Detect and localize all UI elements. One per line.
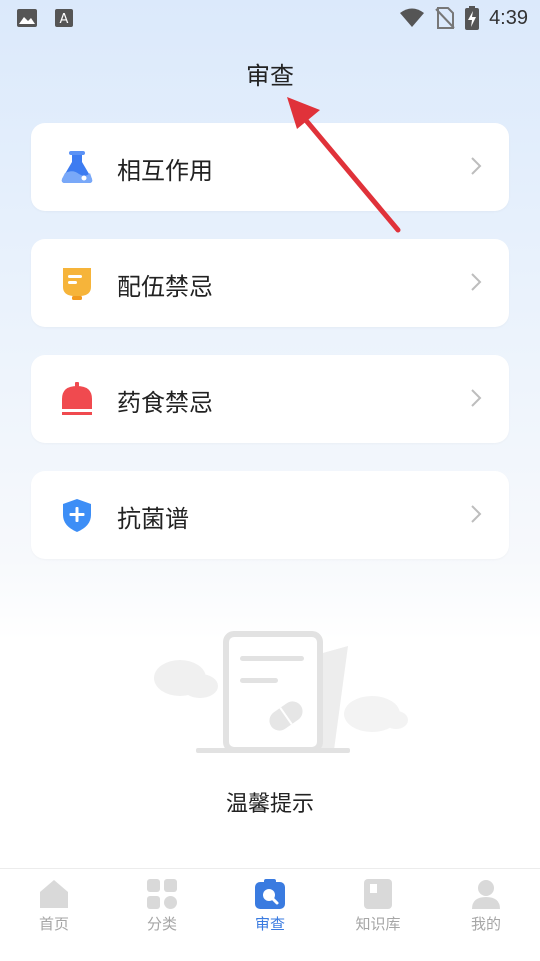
menu-item-label: 相互作用: [117, 157, 213, 185]
page-title: 审查: [246, 62, 294, 90]
bottom-tab-bar: 首页 分类 审查 知识库 我的: [0, 868, 540, 961]
chevron-right-icon: [471, 157, 482, 175]
chevron-right-icon: [471, 273, 482, 291]
status-bar: A 4:39: [0, 0, 540, 36]
tab-label: 分类: [146, 915, 177, 933]
flask-icon: [61, 151, 93, 183]
bell-icon: [62, 382, 92, 415]
clock-time: 4:39: [489, 6, 528, 29]
battery-charging-icon: [465, 6, 480, 30]
tab-mine[interactable]: 我的: [432, 869, 540, 961]
tab-category[interactable]: 分类: [108, 869, 216, 961]
iv-bag-icon: [63, 268, 91, 300]
svg-text:A: A: [60, 12, 69, 27]
a-notification-icon: A: [55, 9, 73, 27]
review-icon: [255, 879, 285, 909]
home-icon: [40, 880, 68, 908]
no-sim-icon: [435, 7, 455, 29]
tip-text: 温馨提示: [225, 792, 314, 817]
tab-label: 知识库: [355, 915, 401, 933]
wifi-icon: [400, 8, 425, 27]
user-icon: [472, 880, 500, 909]
tab-label: 审查: [254, 915, 285, 933]
chevron-right-icon: [471, 389, 482, 407]
empty-document-illustration: [154, 631, 408, 753]
tab-home[interactable]: 首页: [0, 869, 108, 961]
menu-item-compatibility[interactable]: 配伍禁忌: [31, 239, 509, 327]
menu-item-label: 配伍禁忌: [117, 273, 213, 301]
image-icon: [17, 9, 37, 27]
grid-icon: [147, 879, 177, 909]
menu-item-label: 抗菌谱: [117, 505, 189, 533]
chevron-right-icon: [471, 505, 482, 523]
menu-item-interaction[interactable]: 相互作用: [31, 123, 509, 211]
menu-item-label: 药食禁忌: [117, 389, 213, 417]
tab-label: 首页: [38, 915, 69, 933]
tab-review[interactable]: 审查: [216, 869, 324, 961]
shield-plus-icon: [63, 499, 91, 532]
book-icon: [364, 879, 392, 909]
menu-item-food-drug[interactable]: 药食禁忌: [31, 355, 509, 443]
tab-knowledge-base[interactable]: 知识库: [324, 869, 432, 961]
tab-label: 我的: [470, 915, 501, 933]
menu-item-antibacterial-spectrum[interactable]: 抗菌谱: [31, 471, 509, 559]
